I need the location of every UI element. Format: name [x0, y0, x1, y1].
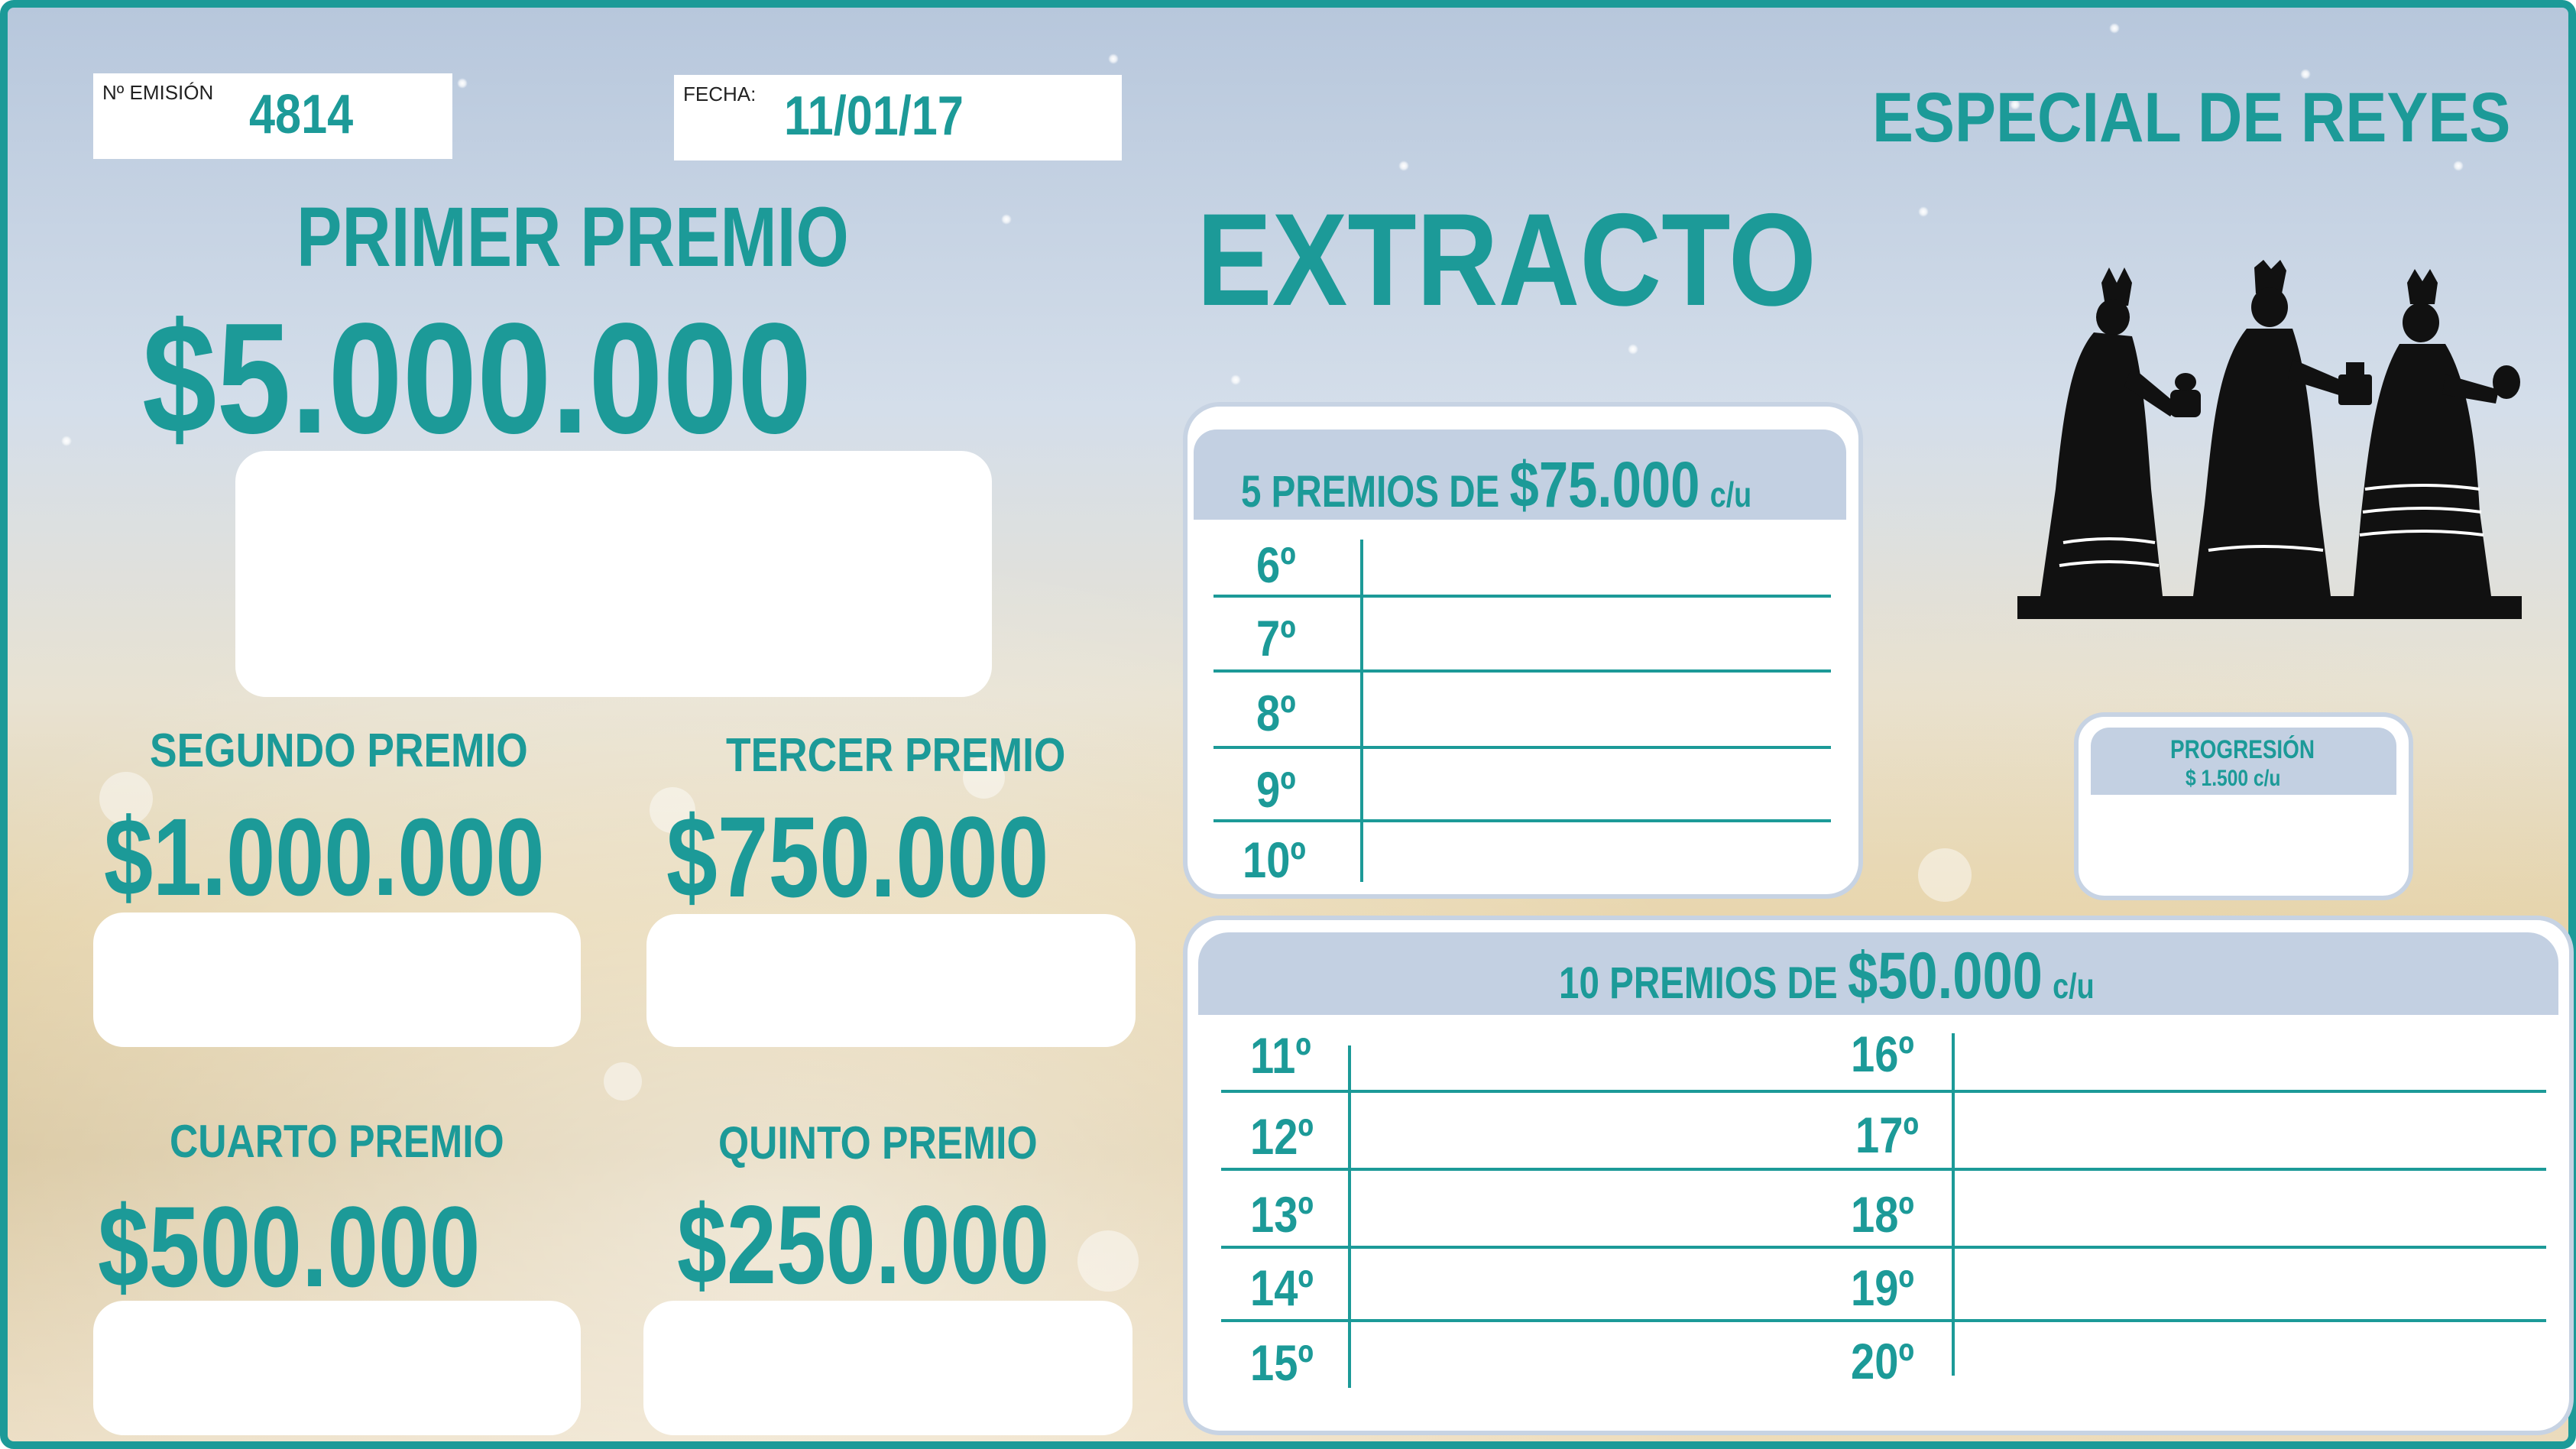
ordinal-20: 20º	[1851, 1333, 1914, 1389]
segundo-premio-label: SEGUNDO PREMIO	[150, 724, 528, 777]
panel-75000-suffix: c/u	[1709, 475, 1752, 514]
bokeh	[604, 1062, 642, 1101]
row-line	[1213, 819, 1831, 822]
panel-50000-divider-right	[1952, 1033, 1955, 1376]
ordinal-12: 12º	[1250, 1108, 1314, 1165]
ordinal-14: 14º	[1250, 1259, 1314, 1316]
panel-75000-divider	[1360, 540, 1363, 882]
segundo-premio-amount: $1.000.000	[104, 796, 545, 919]
row-line	[1221, 1090, 2546, 1093]
ordinal-10: 10º	[1243, 831, 1306, 888]
panel-50000-heading: 10 PREMIOS DE $50.000 c/u	[1559, 943, 2095, 1009]
segundo-premio-number-box	[93, 913, 581, 1047]
ordinal-13: 13º	[1250, 1186, 1314, 1243]
sparkle	[2300, 69, 2311, 79]
primer-premio-amount: $5.000.000	[142, 290, 812, 466]
sparkle	[1918, 206, 1929, 217]
sparkle	[1001, 214, 1012, 225]
sparkle	[457, 78, 468, 89]
primer-premio-number-box	[235, 451, 992, 697]
sparkle	[1108, 53, 1119, 64]
panel-75000-prefix: 5 PREMIOS DE	[1241, 467, 1500, 517]
panel-50000-prefix: 10 PREMIOS DE	[1559, 958, 1838, 1008]
panel-50000-amount: $50.000	[1847, 939, 2043, 1013]
ordinal-18: 18º	[1851, 1186, 1914, 1243]
row-line	[1221, 1319, 2546, 1322]
row-line	[1221, 1168, 2546, 1171]
panel-50000-divider-left	[1348, 1045, 1351, 1388]
lottery-board: Nº EMISIÓN 4814 FECHA: 11/01/17 ESPECIAL…	[0, 0, 2576, 1449]
ordinal-15: 15º	[1250, 1334, 1314, 1391]
sparkle	[1398, 160, 1409, 171]
row-line	[1213, 595, 1831, 598]
ordinal-19: 19º	[1851, 1259, 1914, 1316]
cuarto-premio-number-box	[93, 1301, 581, 1435]
ordinal-7: 7º	[1256, 610, 1296, 666]
sparkle	[1628, 344, 1638, 355]
quinto-premio-amount: $250.000	[677, 1182, 1050, 1307]
extracto-title: EXTRACTO	[1197, 186, 1816, 333]
sparkle	[1230, 374, 1241, 385]
emision-label: Nº EMISIÓN	[102, 81, 214, 104]
ordinal-6: 6º	[1256, 536, 1296, 593]
tercer-premio-number-box	[646, 914, 1136, 1047]
fecha-value: 11/01/17	[784, 86, 964, 147]
fecha-label: FECHA:	[683, 83, 757, 105]
tercer-premio-label: TERCER PREMIO	[726, 729, 1066, 782]
cuarto-premio-label: CUARTO PREMIO	[170, 1116, 504, 1167]
ordinal-17: 17º	[1855, 1107, 1919, 1163]
quinto-premio-label: QUINTO PREMIO	[718, 1117, 1038, 1169]
panel-75000-amount: $75.000	[1509, 449, 1700, 520]
three-kings-icon	[2017, 260, 2522, 619]
bokeh	[1918, 848, 1972, 902]
emision-value: 4814	[249, 84, 354, 145]
sparkle	[61, 436, 72, 446]
special-title: ESPECIAL DE REYES	[1872, 79, 2511, 157]
row-line	[1221, 1246, 2546, 1249]
ordinal-9: 9º	[1256, 761, 1296, 818]
primer-premio-label: PRIMER PREMIO	[296, 190, 849, 284]
sparkle	[2453, 160, 2464, 171]
panel-50000-suffix: c/u	[2053, 966, 2095, 1006]
tercer-premio-amount: $750.000	[666, 793, 1049, 921]
row-line	[1213, 669, 1831, 673]
cuarto-premio-amount: $500.000	[98, 1182, 481, 1311]
progresion-label: PROGRESIÓN	[2170, 735, 2315, 764]
progresion-price: $ 1.500 c/u	[2186, 766, 2281, 791]
panel-75000-heading: 5 PREMIOS DE $75.000 c/u	[1241, 452, 1751, 517]
quinto-premio-number-box	[643, 1301, 1132, 1435]
ordinal-11: 11º	[1250, 1027, 1311, 1084]
bokeh	[1077, 1230, 1139, 1292]
sparkle	[2109, 23, 2120, 34]
ordinal-8: 8º	[1256, 685, 1296, 741]
ordinal-16: 16º	[1851, 1026, 1914, 1082]
row-line	[1213, 746, 1831, 749]
